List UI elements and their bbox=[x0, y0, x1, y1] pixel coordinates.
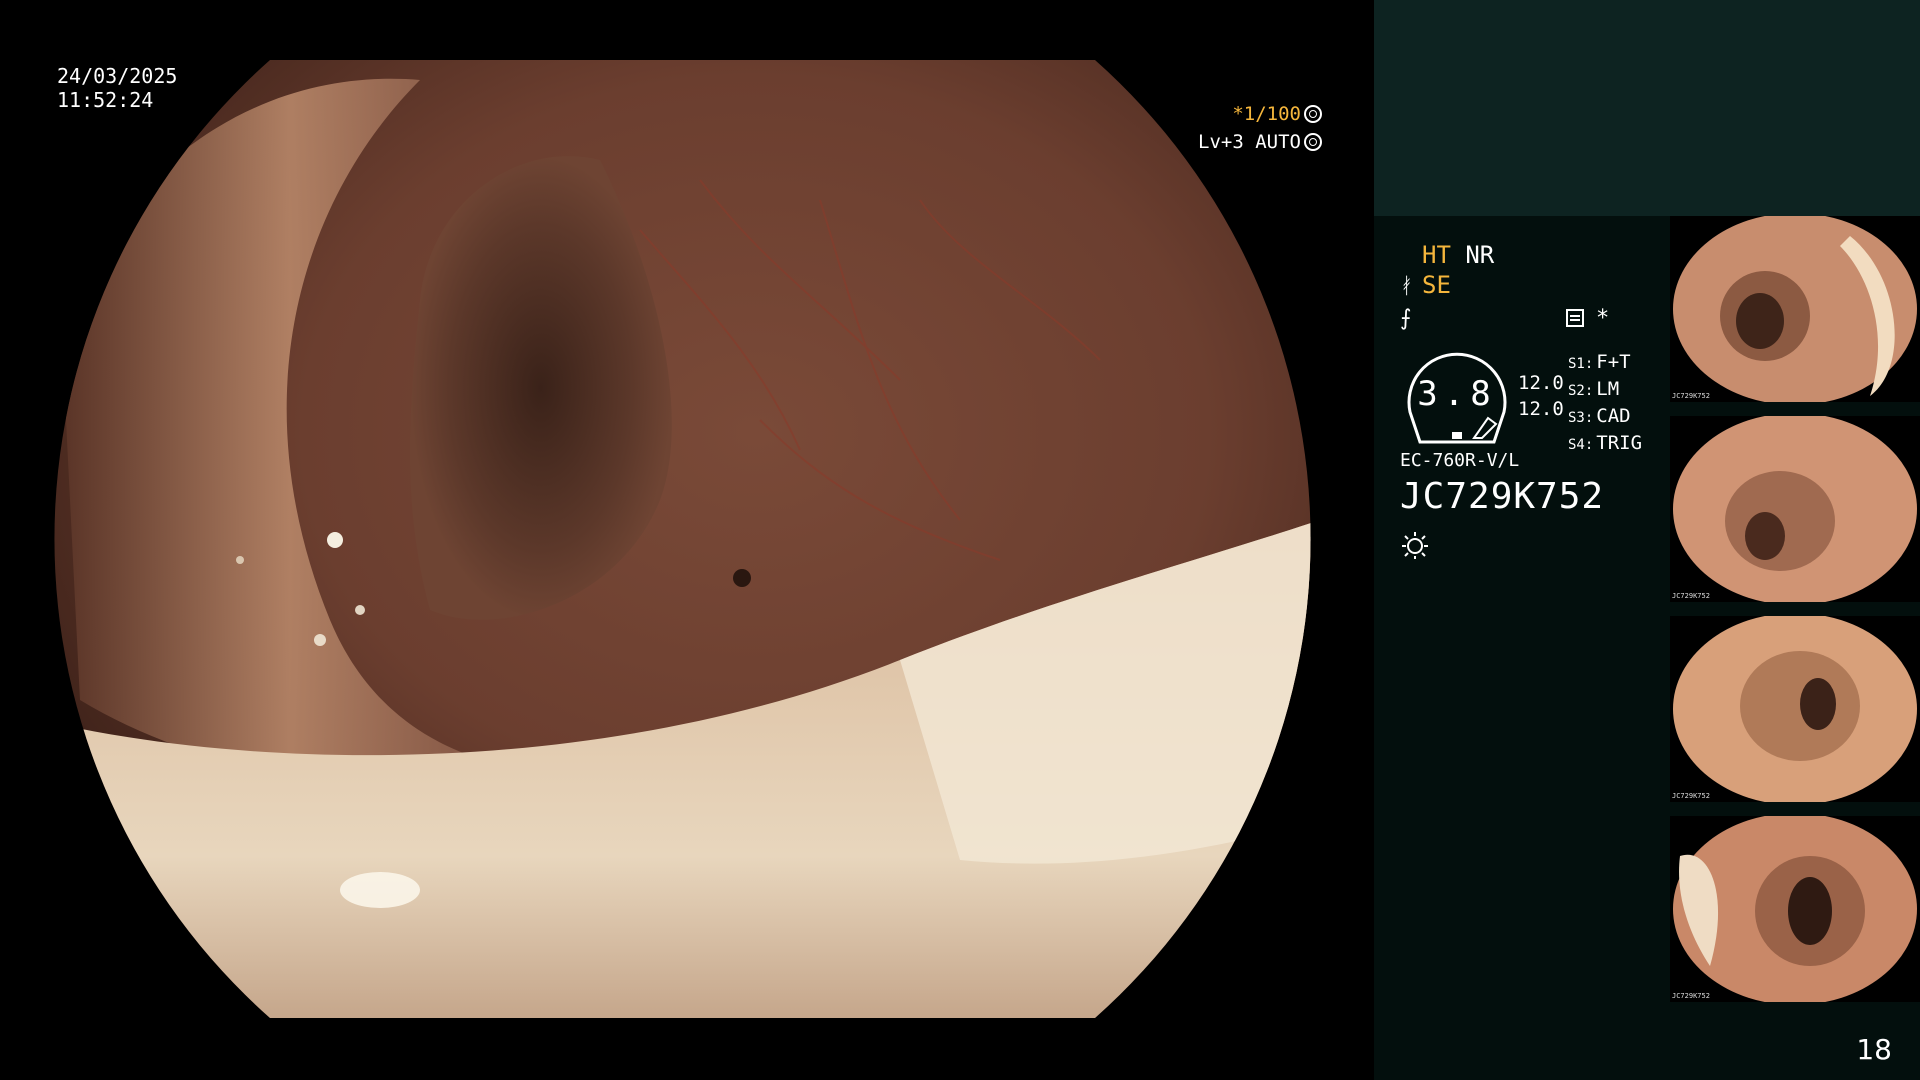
thumbnail-caption: JC729K752 bbox=[1672, 992, 1710, 1000]
zoom-gauge: 3.8 bbox=[1400, 352, 1514, 444]
scope-switch-4: S4: TRIG bbox=[1568, 432, 1643, 454]
scope-switch-2: S2: LM bbox=[1568, 378, 1620, 400]
thumbnail[interactable]: JC729K752 bbox=[1670, 216, 1920, 402]
endoscope-image bbox=[54, 60, 1311, 1018]
side-value-1: 12.0 bbox=[1518, 372, 1564, 394]
date-text: 24/03/2025 bbox=[57, 64, 178, 88]
thumbnail[interactable]: JC729K752 bbox=[1670, 816, 1920, 1002]
timestamp: 24/03/2025 11:52:24 bbox=[57, 64, 177, 112]
thumbnail-caption: JC729K752 bbox=[1672, 392, 1710, 400]
thumbnail-image bbox=[1673, 616, 1917, 802]
auto-iris-icon bbox=[1304, 133, 1322, 151]
light-source-icon bbox=[1402, 532, 1428, 559]
ht-indicator: HT bbox=[1422, 241, 1451, 269]
shutter-speed: *1/100 bbox=[1232, 103, 1301, 125]
nr-indicator: NR bbox=[1465, 241, 1495, 269]
scope-switch-list: S1: F+T S2: LM S3: CAD S4: TRIG bbox=[1568, 350, 1642, 458]
scope-switch-3: S3: CAD bbox=[1568, 405, 1631, 427]
side-value-2: 12.0 bbox=[1518, 398, 1564, 420]
record-indicators: * bbox=[1566, 306, 1609, 331]
se-indicator: SE bbox=[1422, 271, 1451, 299]
freeze-icon: ⨍ bbox=[1400, 306, 1412, 331]
mode-text: AUTO bbox=[1255, 131, 1301, 153]
panel-header-area bbox=[1374, 0, 1920, 216]
thumbnail[interactable]: JC729K752 bbox=[1670, 616, 1920, 802]
exposure-info: *1/100 Lv+3 AUTO bbox=[1198, 100, 1322, 156]
thumbnail-image bbox=[1673, 416, 1917, 602]
thumbnail-image bbox=[1673, 816, 1917, 1002]
structure-enhance-icon: ᚯ bbox=[1400, 274, 1414, 299]
memo-icon bbox=[1566, 309, 1584, 327]
aperture-icon bbox=[1304, 105, 1322, 123]
thumbnail[interactable]: JC729K752 bbox=[1670, 416, 1920, 602]
page-number: 18 bbox=[1856, 1033, 1892, 1066]
scope-model: EC-760R-V/L bbox=[1400, 450, 1520, 471]
thumbnail-caption: JC729K752 bbox=[1672, 792, 1710, 800]
thumbnail-image bbox=[1673, 216, 1917, 402]
info-panel: HT NR ᚯ SE ⨍ * 3.8 12.0 12.0 S1: F+T S2: LM… bbox=[1374, 0, 1920, 1080]
level-text: Lv+3 bbox=[1198, 131, 1244, 153]
scope-serial: JC729K752 bbox=[1400, 476, 1605, 517]
asterisk-indicator: * bbox=[1596, 306, 1610, 331]
thumbnail-caption: JC729K752 bbox=[1672, 592, 1710, 600]
time-text: 11:52:24 bbox=[57, 88, 154, 112]
processor-settings: HT NR ᚯ SE ⨍ bbox=[1400, 240, 1680, 334]
scope-switch-1: S1: F+T bbox=[1568, 351, 1631, 373]
endoscope-view: 24/03/2025 11:52:24 *1/100 Lv+3 AUTO bbox=[0, 0, 1374, 1080]
gauge-value: 3.8 bbox=[1417, 374, 1497, 414]
thumbnail-strip[interactable]: JC729K752 JC729K752 JC729K752 JC729K752 bbox=[1670, 216, 1920, 1016]
